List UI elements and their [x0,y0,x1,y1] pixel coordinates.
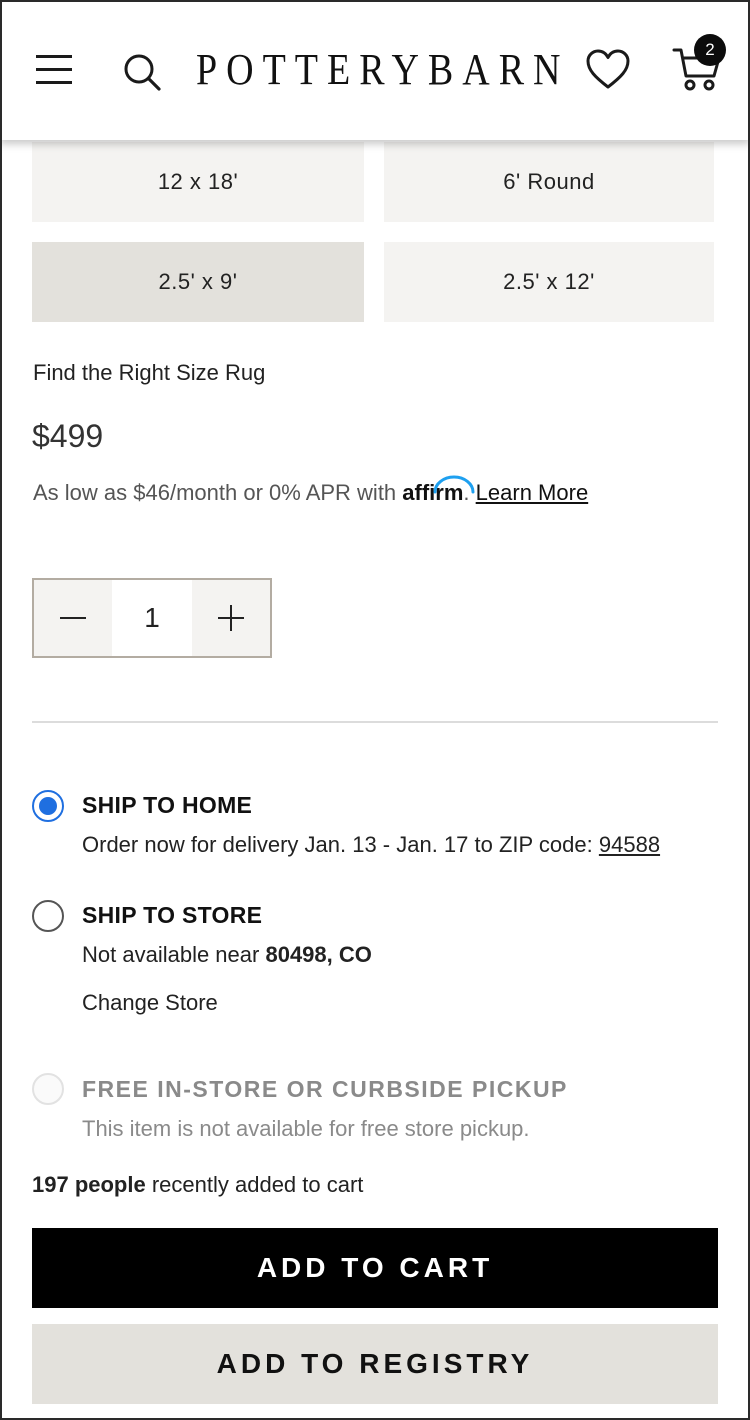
size-option-6-round[interactable]: 6' Round [384,142,714,222]
ship-to-store-availability: Not available near 80498, CO [82,942,372,968]
ship-to-home-radio[interactable] [32,790,64,822]
plus-icon [218,605,244,631]
social-proof-message: 197 people recently added to cart [32,1172,363,1198]
quantity-input[interactable]: 1 [112,580,192,656]
quantity-decrement-button[interactable] [34,580,112,656]
financing-message: As low as $46/month or 0% APR with affir… [33,475,589,506]
social-proof-count: 197 people [32,1172,146,1197]
size-guide-link[interactable]: Find the Right Size Rug [33,360,265,386]
minus-icon [60,617,86,619]
search-icon[interactable] [122,52,162,92]
affirm-logo: affirm [402,475,475,506]
affirm-arc-icon [433,475,475,494]
product-price: $499 [32,418,104,454]
cart-count-badge: 2 [694,34,726,66]
store-pickup-title: FREE IN-STORE OR CURBSIDE PICKUP [82,1076,568,1102]
size-option-12x18[interactable]: 12 x 18' [32,142,364,222]
ship-to-store-title[interactable]: SHIP TO STORE [82,902,262,929]
financing-prefix: As low as $46/month or 0% APR with [33,480,397,505]
zip-code-link[interactable]: 94588 [599,832,660,857]
hamburger-menu-icon[interactable] [36,53,72,85]
ship-to-home-title[interactable]: SHIP TO HOME [82,792,252,819]
add-to-registry-button[interactable]: ADD TO REGISTRY [32,1324,718,1404]
brand-logo[interactable]: POTTERYBARN [196,42,560,99]
learn-more-link[interactable]: Learn More [476,480,589,505]
store-location: 80498, CO [265,942,372,967]
heart-icon[interactable] [585,48,631,90]
add-to-cart-button[interactable]: ADD TO CART [32,1228,718,1308]
section-divider [32,721,718,723]
ship-to-store-radio[interactable] [32,900,64,932]
quantity-stepper: 1 [32,578,272,658]
store-availability-text: Not available near [82,942,260,967]
social-proof-text: recently added to cart [151,1172,364,1197]
size-option-2-5x9-selected[interactable]: 2.5' x 9' [32,242,364,322]
store-pickup-radio [32,1073,64,1105]
delivery-estimate: Order now for delivery Jan. 13 - Jan. 17… [82,832,593,857]
store-pickup-unavailable-text: This item is not available for free stor… [82,1116,530,1141]
quantity-increment-button[interactable] [192,580,270,656]
size-option-2-5x12[interactable]: 2.5' x 12' [384,242,714,322]
change-store-link[interactable]: Change Store [82,990,218,1016]
site-header: POTTERYBARN 2 [0,0,750,140]
ship-to-home-delivery-text: Order now for delivery Jan. 13 - Jan. 17… [82,832,660,858]
